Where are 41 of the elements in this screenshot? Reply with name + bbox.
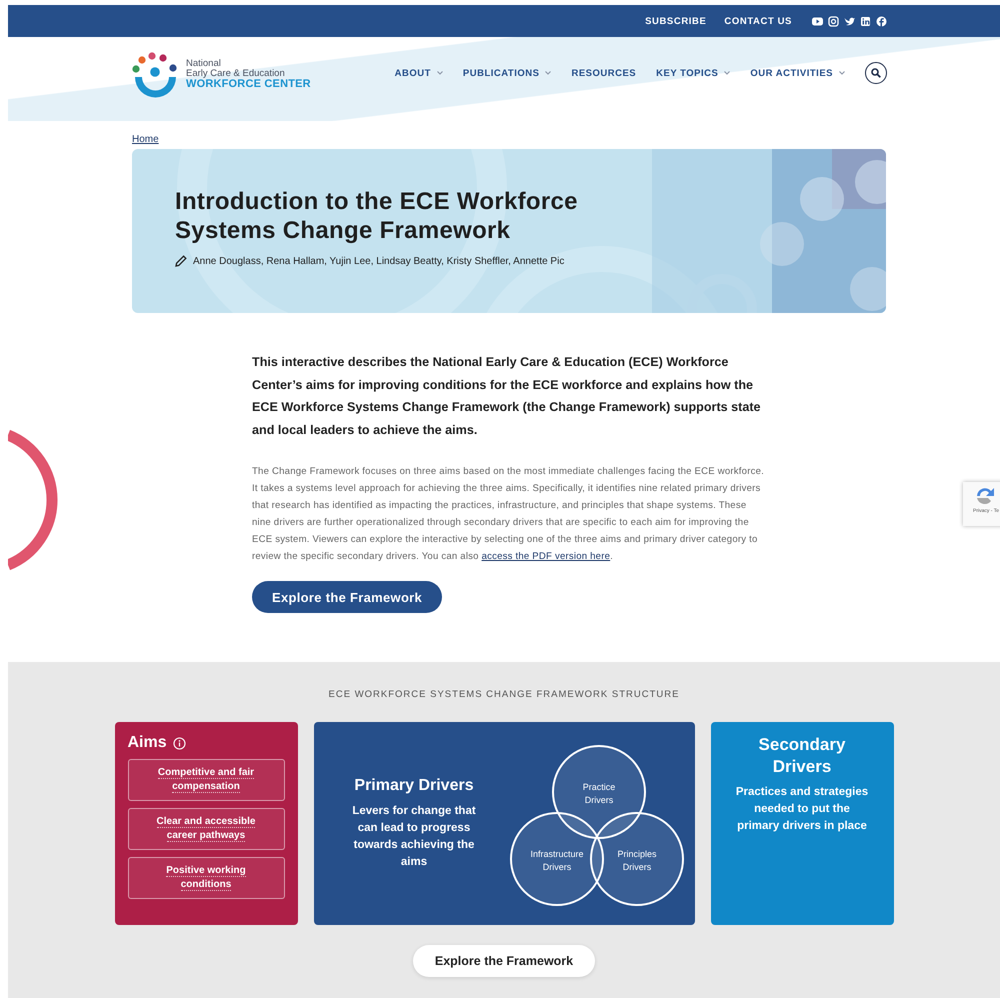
nav-item[interactable]: RESOURCES xyxy=(571,68,636,78)
body-paragraph: The Change Framework focuses on three aims based on the most immediate challenges facing the ECE workforce. It takes a systems level approach for achieving the three aims. Specifically, it identifies nine related primary drivers that research has identified as impacting the practices, infrastructure, and principles that shape systems. These nine drivers are further operationalized through secondary drivers that are specific to each aim for improving the ECE system. Viewers can explore the interactive by selecting one of the three aims and primary driver category to review the specific secondary drivers. You can also access the PDF version here. xyxy=(252,465,765,564)
explore-button[interactable]: Explore the Framework xyxy=(412,945,596,977)
nav-item[interactable]: KEY TOPICS xyxy=(656,68,730,78)
nav-item[interactable]: PUBLICATIONS xyxy=(462,68,552,78)
logo-text: National xyxy=(186,59,221,70)
card-title: Secondary Drivers xyxy=(758,734,846,778)
caret-icon xyxy=(839,71,845,75)
pdf-link[interactable]: access the PDF version here xyxy=(482,551,610,562)
card-title: Aims xyxy=(128,734,167,752)
caret-icon xyxy=(436,71,443,75)
pencil-icon xyxy=(175,255,187,267)
explore-button[interactable]: Explore the Framework xyxy=(252,581,442,613)
logo-text: WORKFORCE CENTER xyxy=(186,79,311,91)
aim-option[interactable]: Clear and accessible career pathways xyxy=(128,808,284,850)
instagram-icon[interactable] xyxy=(828,16,839,26)
lead-paragraph: This interactive describes the National Early Care & Education (ECE) Workforce Center’s aims for improving conditions for the ECE workforce and explains how the ECE Workforce Systems Change Framework (the Change Framework) supports state and local leaders to achieve the aims. xyxy=(252,354,762,438)
caret-icon xyxy=(724,71,730,75)
logo-text: Early Care & Education xyxy=(186,69,285,80)
card-description: Practices and strategies needed to put the primary drivers in place xyxy=(734,785,870,834)
card-description: Levers for change that can lead to progress towards achieving the aims xyxy=(351,804,477,870)
linkedin-icon[interactable] xyxy=(860,16,871,26)
info-icon[interactable] xyxy=(172,736,186,750)
aim-option[interactable]: Positive working conditions xyxy=(128,857,284,899)
caret-icon xyxy=(545,71,552,75)
author-list: Anne Douglass, Rena Hallam, Yujin Lee, Lindsay Beatty, Kristy Sheffler, Annette Pic xyxy=(193,256,564,266)
top-link[interactable]: CONTACT US xyxy=(724,16,792,26)
search-icon xyxy=(871,68,881,78)
nav-item[interactable]: OUR ACTIVITIES xyxy=(750,68,845,78)
driver-circle[interactable]: Principles Drivers xyxy=(590,812,684,906)
facebook-icon[interactable] xyxy=(876,16,887,26)
search-button[interactable] xyxy=(865,62,887,84)
bird-icon[interactable] xyxy=(844,16,855,26)
card-title: Primary Drivers xyxy=(353,776,475,794)
page-title: Introduction to the ECE Workforce Systems Change Framework xyxy=(175,187,579,245)
aim-option[interactable]: Competitive and fair compensation xyxy=(128,759,284,801)
breadcrumb-link[interactable]: Home xyxy=(132,134,159,145)
youtube-icon[interactable] xyxy=(812,16,823,26)
top-link[interactable]: SUBSCRIBE xyxy=(645,16,706,26)
nav-item[interactable]: ABOUT xyxy=(394,68,443,78)
section-heading: ECE WORKFORCE SYSTEMS CHANGE FRAMEWORK STRUCTURE xyxy=(328,689,680,700)
